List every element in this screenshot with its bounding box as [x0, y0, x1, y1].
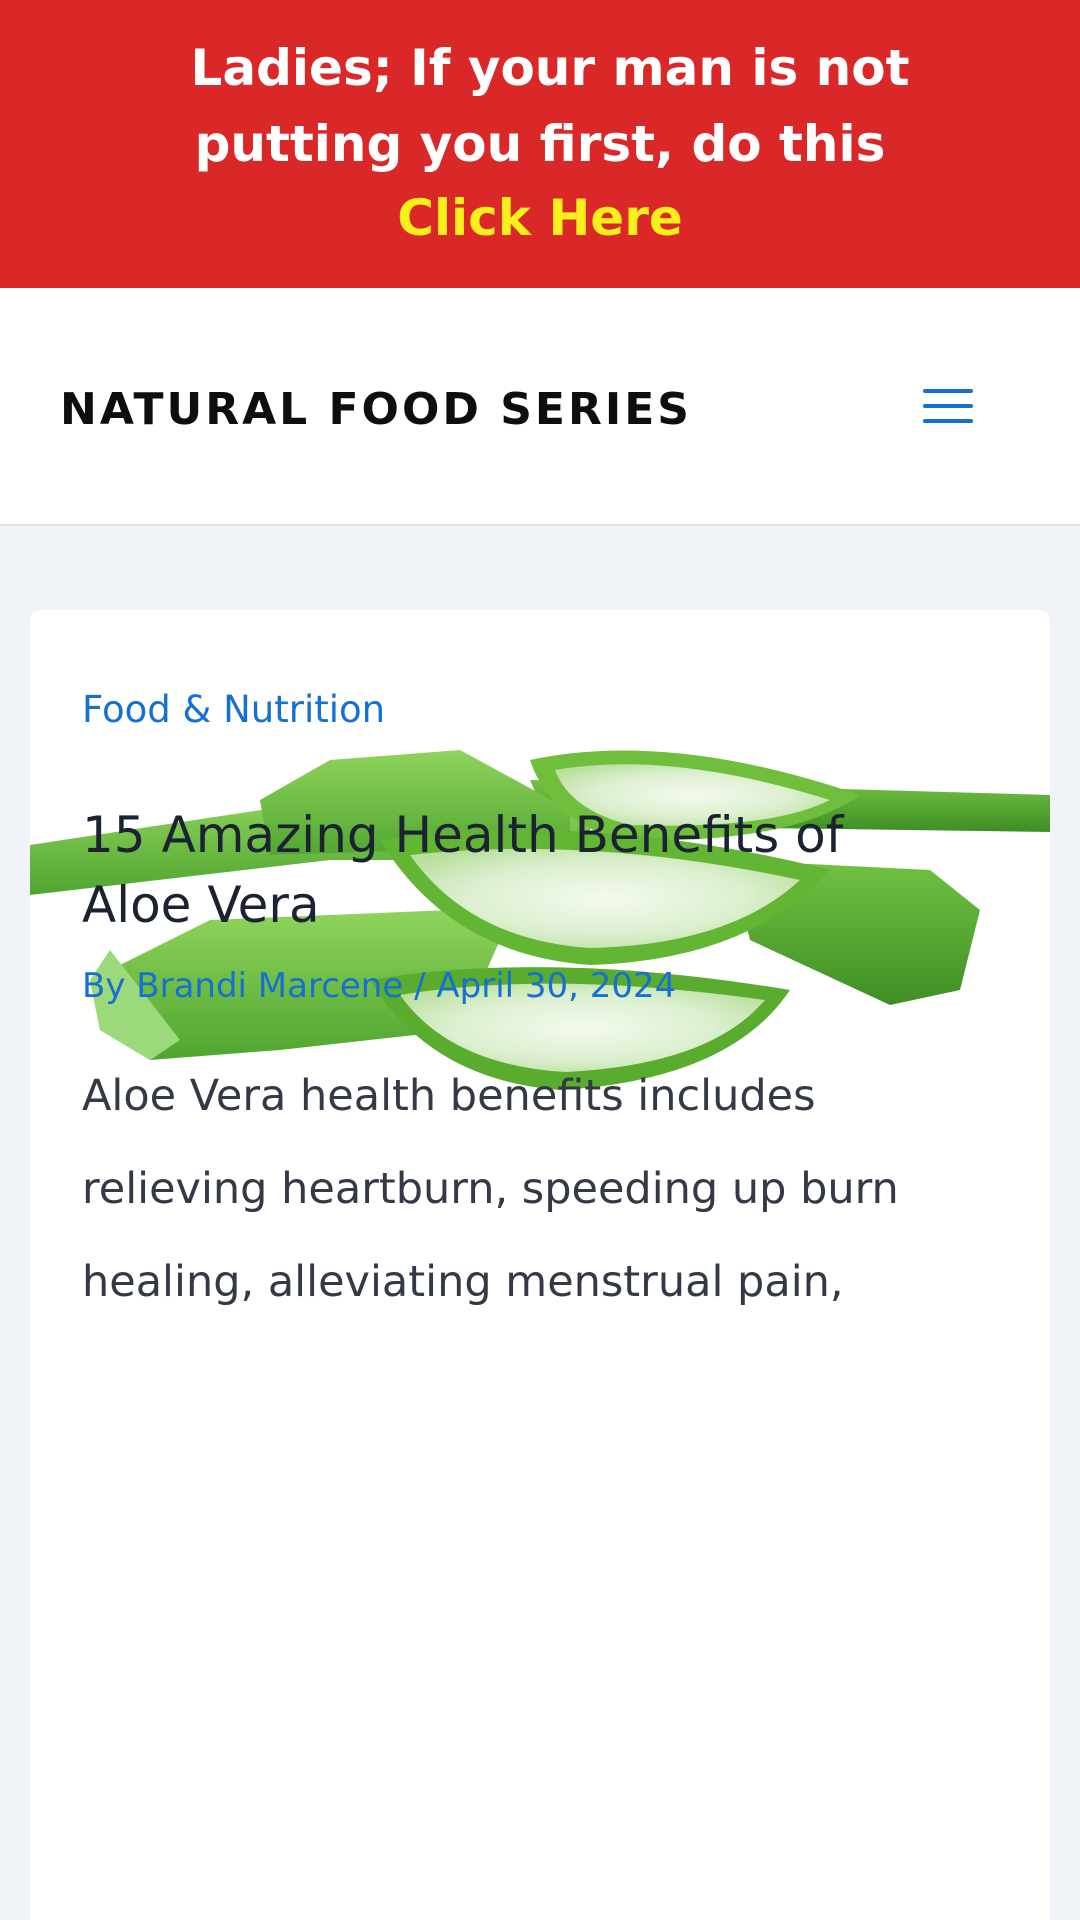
post-excerpt: Aloe Vera health benefits includes relie… [82, 1071, 899, 1307]
post-meta: By Brandi Marcene / April 30, 2024 [82, 966, 676, 1006]
promo-headline-line1: Ladies; If your man is not [190, 39, 910, 97]
post-category-link[interactable]: Food & Nutrition [82, 688, 385, 731]
promo-headline-line2: putting you first, do this [194, 115, 886, 173]
hamburger-menu-icon [923, 389, 973, 423]
post-meta-by: By [82, 966, 126, 1006]
site-header: NATURAL FOOD SERIES [0, 288, 1080, 526]
post-author-link[interactable]: Brandi Marcene [136, 966, 403, 1006]
promo-banner[interactable]: Ladies; If your man is not putting you f… [0, 0, 1080, 288]
post-meta-separator: / [414, 966, 426, 1006]
site-title[interactable]: NATURAL FOOD SERIES [60, 384, 692, 435]
post-date: April 30, 2024 [436, 966, 677, 1006]
menu-toggle-button[interactable] [908, 368, 988, 444]
post-title[interactable]: 15 Amazing Health Benefits of Aloe Vera [82, 800, 942, 940]
promo-click-here-link[interactable]: Click Here [0, 184, 1080, 252]
